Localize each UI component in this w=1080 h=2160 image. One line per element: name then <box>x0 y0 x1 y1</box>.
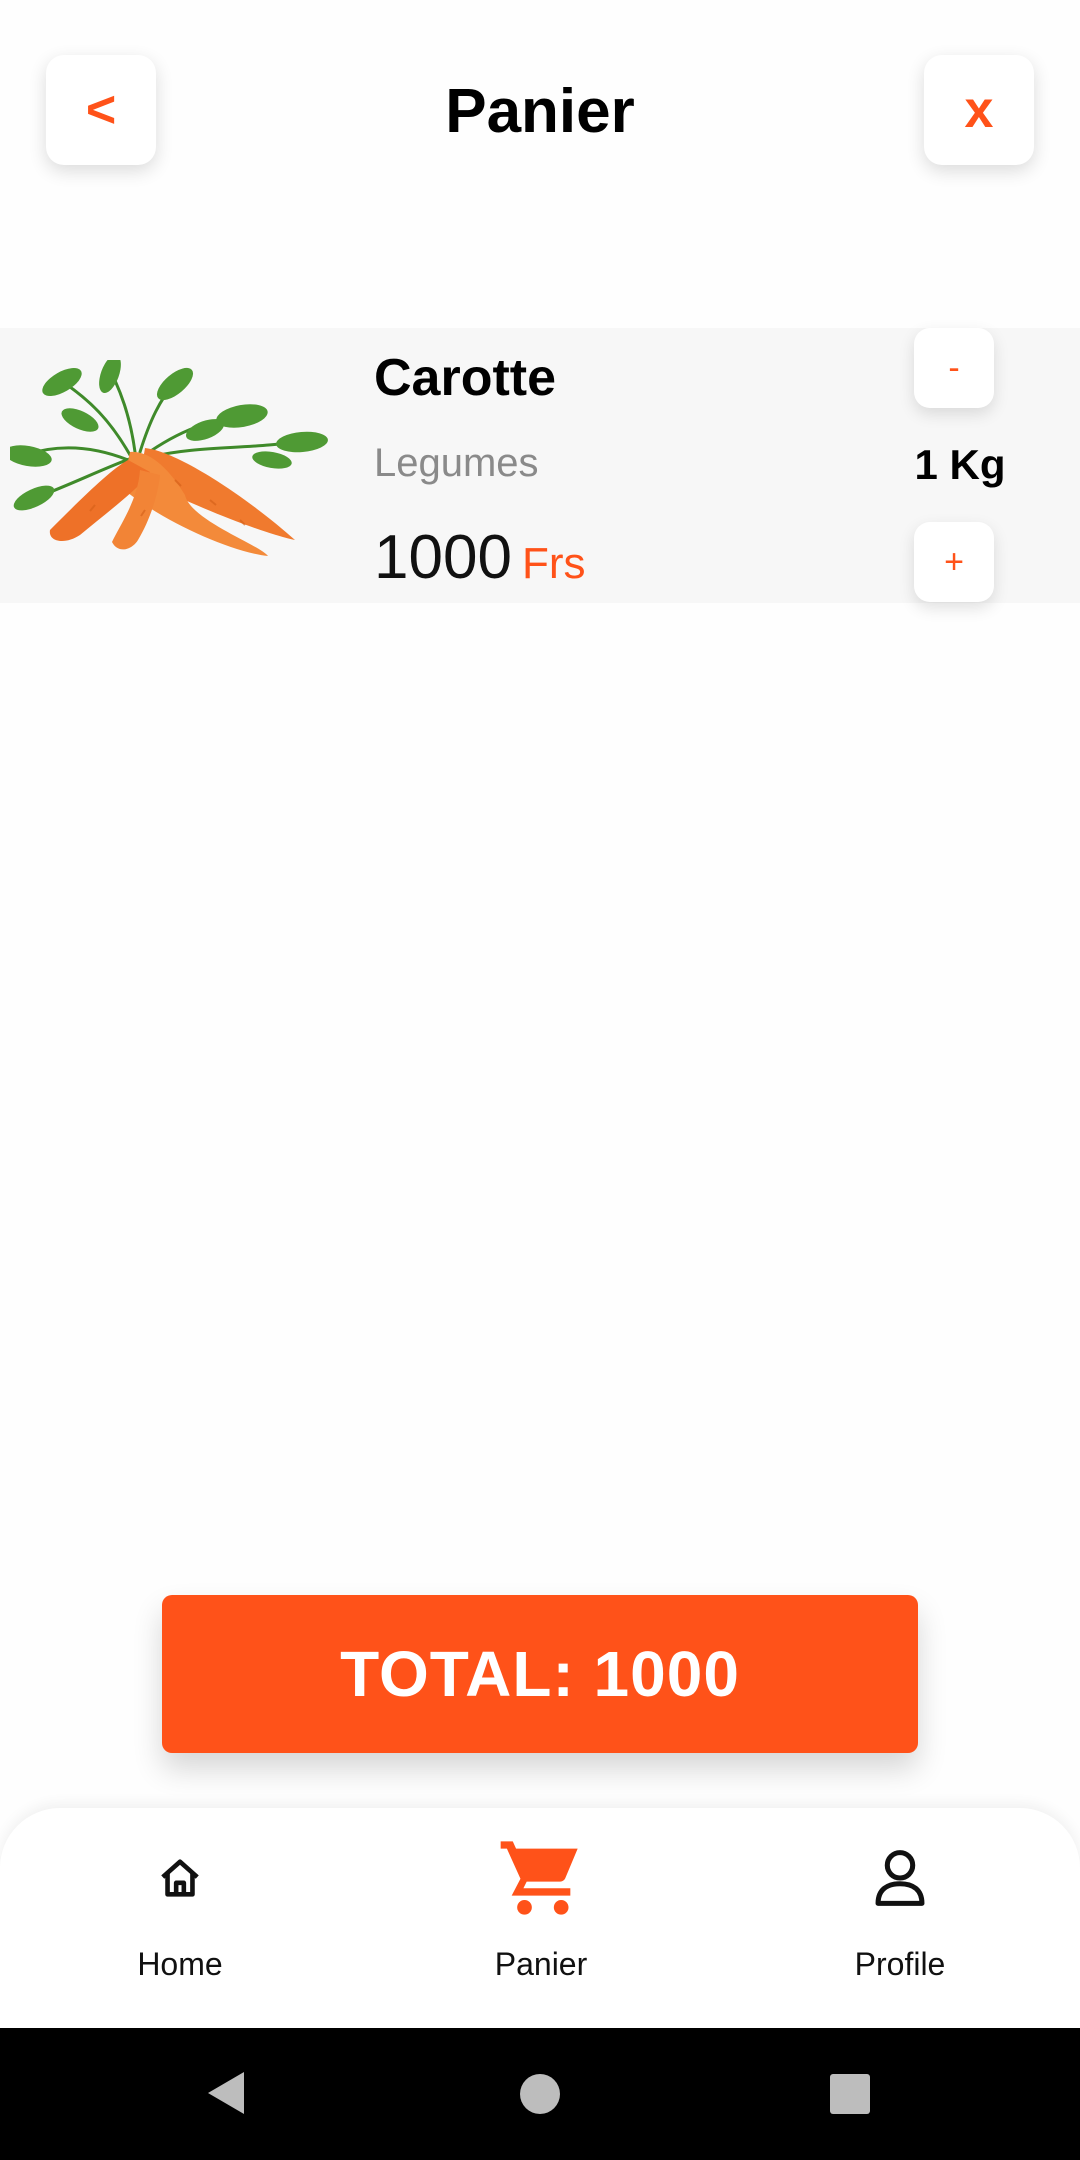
cart-icon <box>500 1841 578 1915</box>
decrement-quantity-button[interactable]: - <box>914 328 994 408</box>
close-button[interactable]: x <box>924 55 1034 165</box>
total-button[interactable]: TOTAL: 1000 <box>162 1595 918 1753</box>
page-title: Panier <box>445 77 635 146</box>
home-icon <box>161 1859 199 1897</box>
system-home-icon[interactable] <box>518 2072 562 2116</box>
system-navigation-bar <box>0 2028 1080 2160</box>
nav-item-home[interactable]: Home <box>50 1808 310 2028</box>
increment-quantity-button[interactable]: + <box>914 522 994 602</box>
nav-label-panier: Panier <box>494 1946 588 1982</box>
product-price: 1000 Frs <box>374 518 585 614</box>
system-recents-icon[interactable] <box>828 2072 872 2116</box>
cart-item: Carotte Legumes 1000 Frs - 1 Kg + <box>0 328 1080 603</box>
nav-item-profile[interactable]: Profile <box>770 1808 1030 2028</box>
nav-item-panier[interactable]: Panier <box>411 1808 671 2028</box>
price-value: 1000 <box>374 523 512 592</box>
carrot-image <box>10 360 328 556</box>
price-currency: Frs <box>521 539 586 588</box>
system-back-icon[interactable] <box>204 2068 248 2118</box>
nav-label-profile: Profile <box>854 1946 946 1982</box>
bottom-navigation: Home Panier Profile <box>0 1808 1080 2028</box>
product-name: Carotte <box>374 349 557 407</box>
nav-label-home: Home <box>137 1946 223 1982</box>
user-icon <box>875 1850 925 1906</box>
product-category: Legumes <box>374 441 539 485</box>
quantity-value: 1 Kg <box>914 441 1006 488</box>
